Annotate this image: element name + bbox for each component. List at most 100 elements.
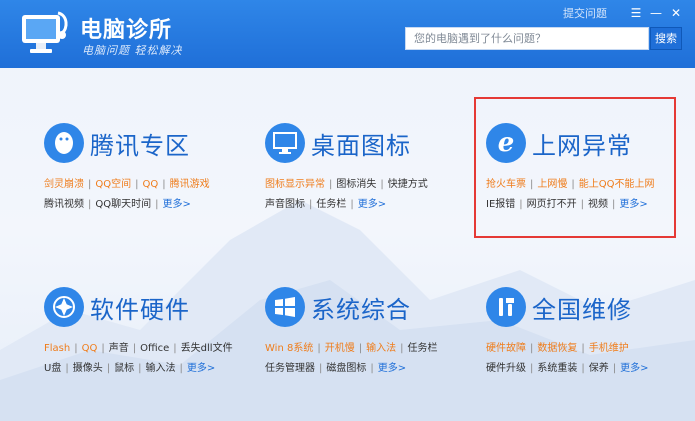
- topic-link[interactable]: 手机维护: [589, 343, 629, 354]
- link-row: Win 8系统 | 开机慢 | 输入法 | 任务栏: [265, 339, 490, 359]
- link-row: 声音图标 | 任务栏 | 更多>: [265, 195, 490, 215]
- category-title[interactable]: 软件硬件: [90, 290, 190, 325]
- category-system: 系统综合 Win 8系统 | 开机慢 | 输入法 | 任务栏 任务管理器 | 磁盘图标 | 更多>: [265, 284, 490, 379]
- link-separator: |: [132, 343, 137, 354]
- link-separator: |: [155, 199, 159, 210]
- link-row: 图标显示异常 | 图标消失 | 快捷方式: [265, 175, 490, 195]
- topic-link[interactable]: 磁盘图标: [326, 363, 366, 374]
- topic-link[interactable]: 硬件故障: [486, 343, 526, 354]
- link-separator: |: [380, 179, 384, 190]
- link-separator: |: [101, 343, 105, 354]
- topic-link[interactable]: 快捷方式: [388, 179, 428, 190]
- link-separator: |: [319, 363, 323, 374]
- link-row: 腾讯视频 | QQ聊天时间 | 更多>: [44, 195, 269, 215]
- software-hardware-icon: [44, 287, 84, 327]
- link-row: U盘 | 摄像头 | 鼠标 | 输入法 | 更多>: [44, 359, 269, 379]
- topic-link[interactable]: QQ: [143, 179, 159, 190]
- link-separator: |: [135, 179, 139, 190]
- topic-link[interactable]: 声音: [109, 343, 129, 354]
- header-bar: 电脑诊所 电脑问题 轻松解决 提交问题 ☰ — ✕ 您的电脑遇到了什么问题？ 搜…: [0, 0, 695, 68]
- topic-link[interactable]: 任务栏: [407, 343, 437, 354]
- link-separator: |: [358, 343, 363, 354]
- topic-link[interactable]: 声音图标: [265, 199, 305, 210]
- app-slogan: 电脑问题 轻松解决: [82, 44, 183, 57]
- link-separator: |: [65, 363, 69, 374]
- link-separator: |: [400, 343, 404, 354]
- topic-link[interactable]: 图标显示异常: [265, 179, 325, 190]
- topic-link[interactable]: 系统重装: [537, 363, 577, 374]
- windows-logo-icon: [265, 287, 305, 327]
- link-separator: |: [581, 363, 585, 374]
- category-desktop-icons: 桌面图标 图标显示异常 | 图标消失 | 快捷方式 声音图标 | 任务栏 | 更多>: [265, 120, 490, 215]
- topic-link[interactable]: 摄像头: [73, 363, 103, 374]
- link-separator: |: [530, 343, 534, 354]
- topic-link[interactable]: QQ: [82, 343, 98, 354]
- link-row: 硬件故障 | 数据恢复 | 手机维护: [486, 339, 695, 359]
- search-button[interactable]: 搜索: [650, 27, 682, 50]
- link-separator: |: [88, 179, 92, 190]
- link-separator: |: [179, 363, 183, 374]
- link-separator: |: [138, 363, 142, 374]
- link-separator: |: [162, 179, 166, 190]
- topic-link[interactable]: 腾讯游戏: [170, 179, 210, 190]
- link-row: 硬件升级 | 系统重装 | 保养 | 更多>: [486, 359, 695, 379]
- more-link[interactable]: 更多>: [187, 363, 215, 374]
- more-link[interactable]: 更多>: [620, 363, 648, 374]
- topic-link[interactable]: U盘: [44, 363, 61, 374]
- category-software-hardware: 软件硬件 Flash | QQ | 声音 | Office | 丢失dll文件 U盘 | 摄像头 | 鼠…: [44, 284, 269, 379]
- link-separator: |: [309, 199, 313, 210]
- topic-link[interactable]: 任务栏: [316, 199, 346, 210]
- topic-link[interactable]: Flash: [44, 343, 70, 354]
- link-separator: |: [317, 343, 321, 354]
- close-icon[interactable]: ✕: [669, 6, 683, 20]
- topic-link[interactable]: 剑灵崩溃: [44, 179, 84, 190]
- topic-link[interactable]: QQ聊天时间: [95, 199, 151, 210]
- doctor-computer-logo-icon: [22, 11, 68, 53]
- category-title[interactable]: 桌面图标: [311, 126, 411, 161]
- monitor-icon: [265, 123, 305, 163]
- link-separator: |: [612, 363, 617, 374]
- topic-link[interactable]: Office: [140, 343, 169, 354]
- category-title[interactable]: 腾讯专区: [90, 126, 190, 161]
- topic-link[interactable]: 任务管理器: [265, 363, 315, 374]
- category-title[interactable]: 全国维修: [532, 290, 632, 325]
- highlight-box: [474, 97, 676, 238]
- topic-link[interactable]: 丢失dll文件: [181, 343, 233, 354]
- link-separator: |: [581, 343, 585, 354]
- link-separator: |: [106, 363, 111, 374]
- more-link[interactable]: 更多>: [163, 199, 191, 210]
- menu-icon[interactable]: ☰: [629, 6, 643, 20]
- topic-link[interactable]: Win 8系统: [265, 343, 313, 354]
- topic-link[interactable]: 保养: [589, 363, 609, 374]
- more-link[interactable]: 更多>: [358, 199, 386, 210]
- topic-link[interactable]: 腾讯视频: [44, 199, 84, 210]
- topic-link[interactable]: QQ空间: [95, 179, 131, 190]
- link-separator: |: [370, 363, 374, 374]
- topic-link[interactable]: 输入法: [366, 343, 396, 354]
- link-separator: |: [530, 363, 534, 374]
- topic-link[interactable]: 硬件升级: [486, 363, 526, 374]
- submit-question-link[interactable]: 提交问题: [563, 5, 607, 21]
- link-row: 剑灵崩溃 | QQ空间 | QQ | 腾讯游戏: [44, 175, 269, 195]
- qq-penguin-icon: [44, 123, 84, 163]
- more-link[interactable]: 更多>: [378, 363, 406, 374]
- link-separator: |: [329, 179, 333, 190]
- link-separator: |: [173, 343, 177, 354]
- repair-tools-icon: [486, 287, 526, 327]
- topic-link[interactable]: 开机慢: [325, 343, 355, 354]
- link-row: 任务管理器 | 磁盘图标 | 更多>: [265, 359, 490, 379]
- topic-link[interactable]: 输入法: [145, 363, 175, 374]
- topic-link[interactable]: 鼠标: [114, 363, 134, 374]
- app-title: 电脑诊所: [80, 18, 173, 43]
- link-separator: |: [74, 343, 78, 354]
- category-title[interactable]: 系统综合: [311, 290, 411, 325]
- window-controls: 提交问题 ☰ — ✕: [563, 5, 683, 21]
- minimize-icon[interactable]: —: [649, 6, 663, 20]
- category-repair: 全国维修 硬件故障 | 数据恢复 | 手机维护 硬件升级 | 系统重装 | 保养 | 更多>: [486, 284, 695, 379]
- link-separator: |: [350, 199, 354, 210]
- category-tencent: 腾讯专区 剑灵崩溃 | QQ空间 | QQ | 腾讯游戏 腾讯视频 | QQ聊天时间 | 更多>: [44, 120, 269, 215]
- search-input[interactable]: 您的电脑遇到了什么问题？: [405, 27, 649, 50]
- topic-link[interactable]: 图标消失: [336, 179, 376, 190]
- topic-link[interactable]: 数据恢复: [537, 343, 577, 354]
- link-row: Flash | QQ | 声音 | Office | 丢失dll文件: [44, 339, 269, 359]
